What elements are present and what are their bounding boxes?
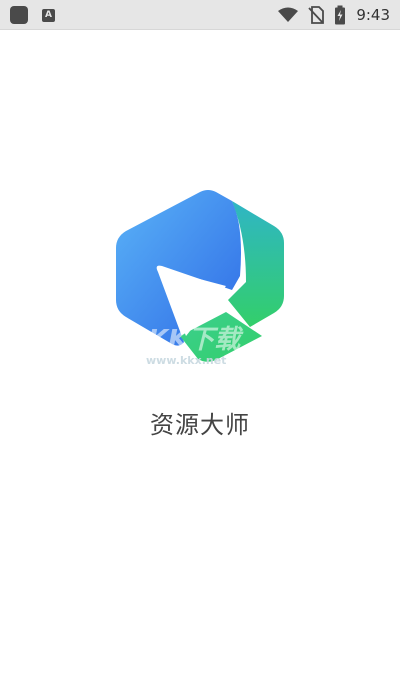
hexagon-play-logo-icon: KK下载 www.kkx.net — [116, 190, 284, 367]
watermark-brand: KK下载 — [148, 325, 244, 355]
status-time: 9:43 — [356, 6, 390, 24]
watermark-url: www.kkx.net — [146, 354, 226, 364]
no-sim-icon — [308, 6, 325, 24]
keyboard-a-icon: A — [42, 8, 55, 22]
status-bar: A 9:43 — [0, 0, 400, 30]
notification-square-icon — [10, 6, 28, 24]
battery-charging-icon — [335, 5, 346, 25]
status-right: 9:43 — [278, 5, 390, 25]
app-logo: KK下载 www.kkx.net — [110, 186, 290, 367]
status-left: A — [10, 6, 55, 24]
wifi-icon — [278, 7, 299, 22]
app-name: 资源大师 — [150, 411, 250, 439]
